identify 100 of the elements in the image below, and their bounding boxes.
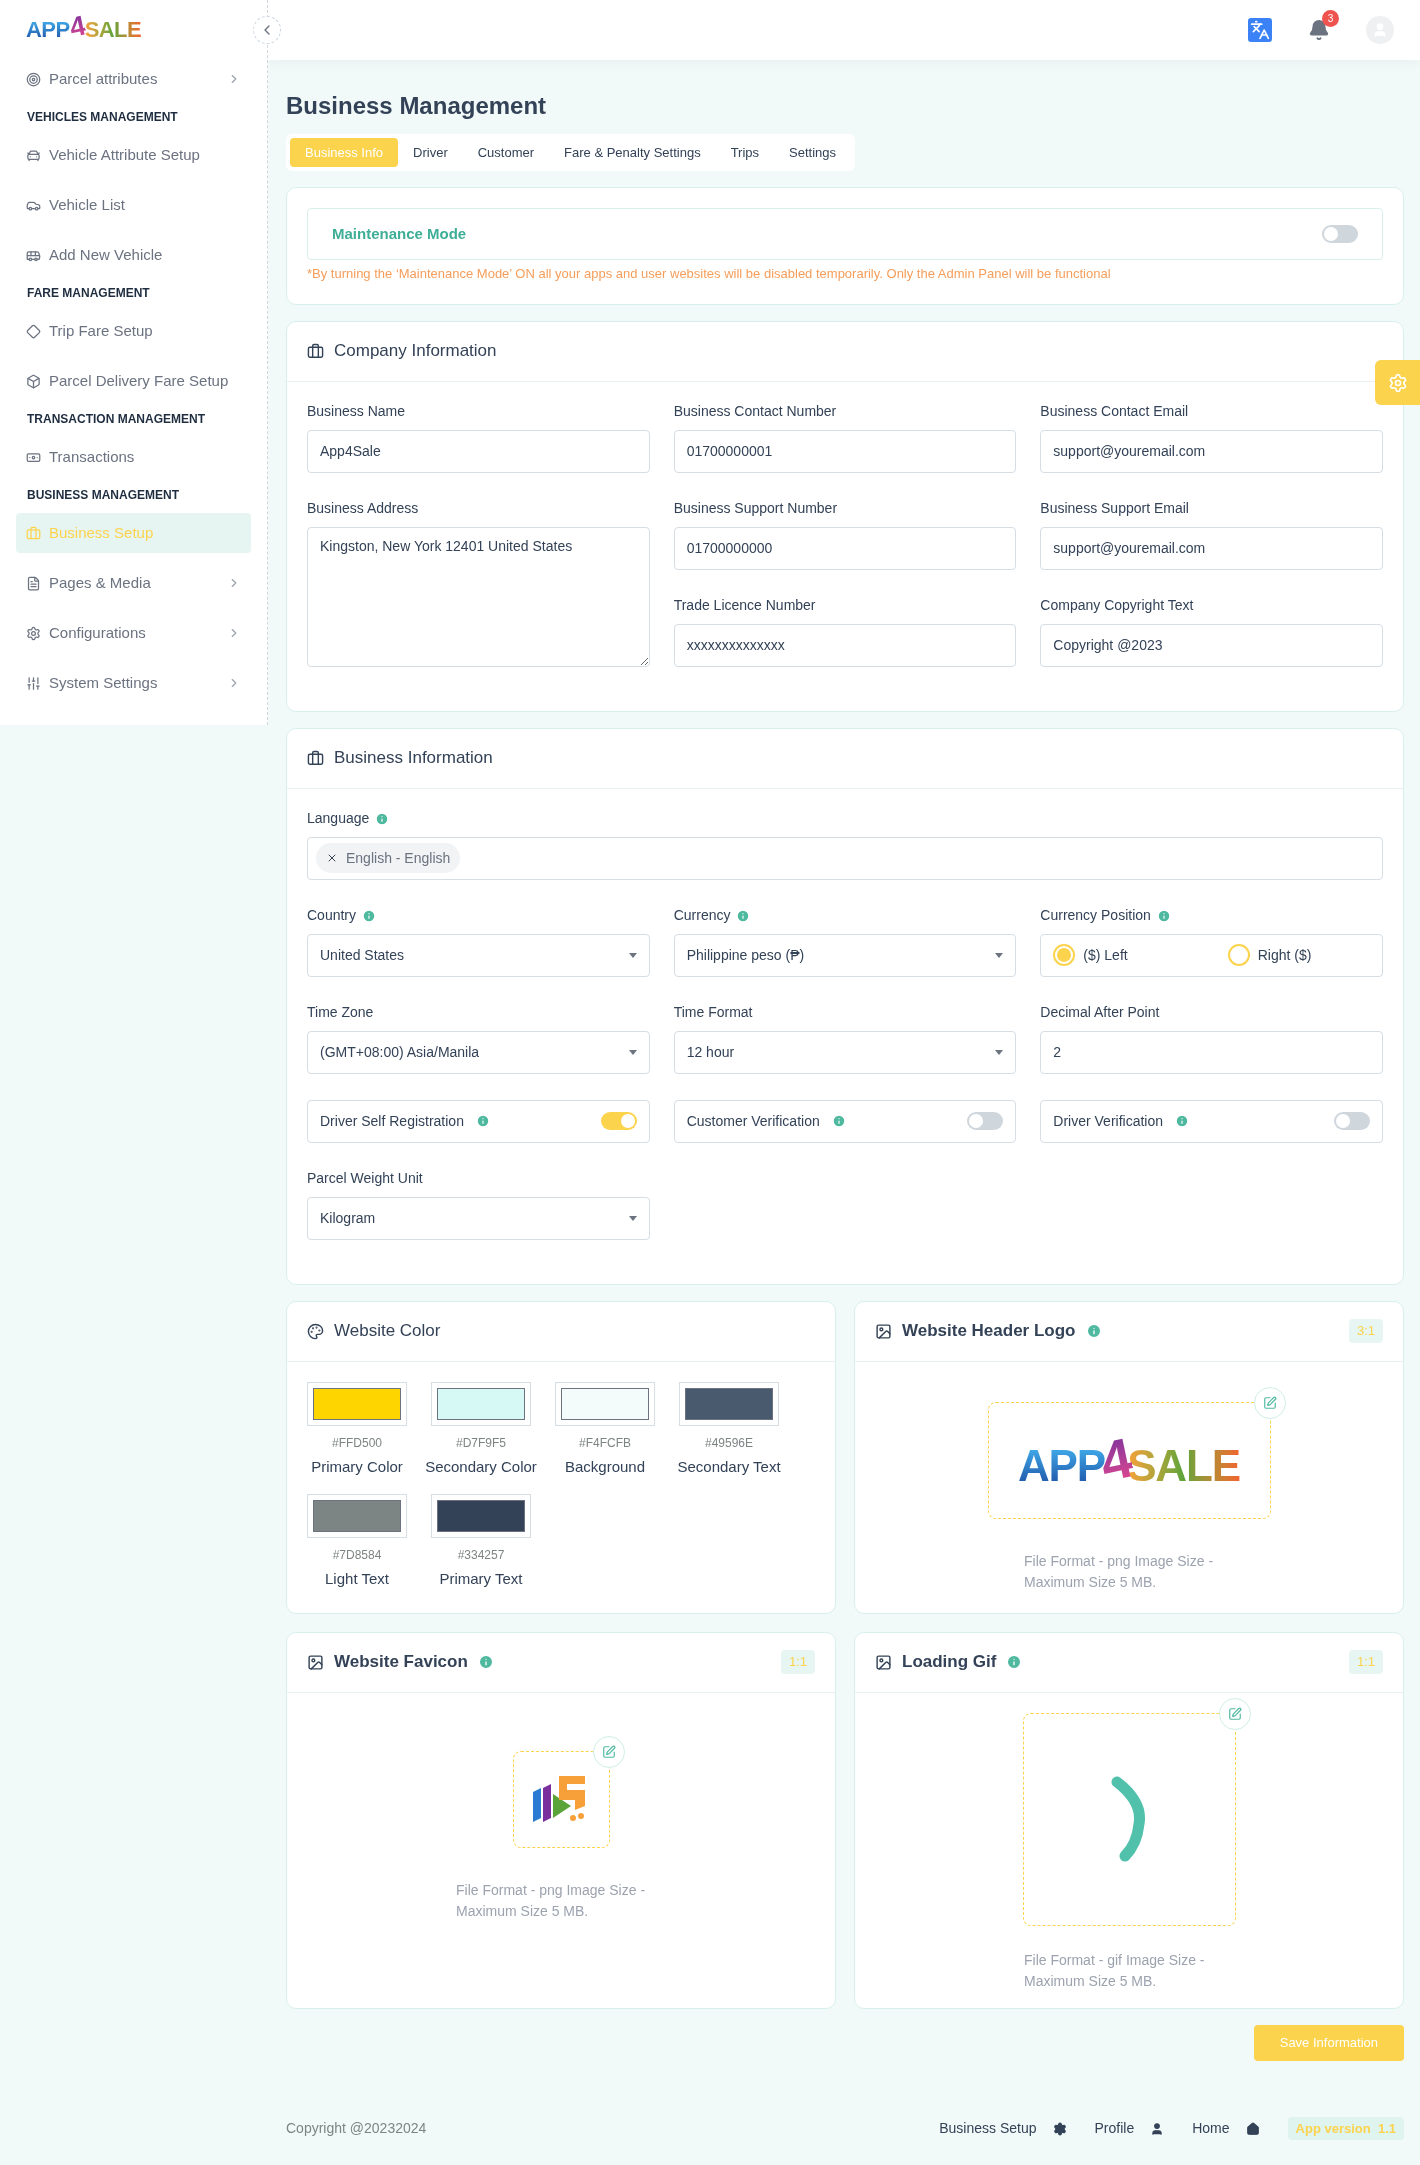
briefcase-icon	[307, 749, 324, 767]
field-label: Parcel Weight Unit	[307, 1169, 423, 1188]
field-label: Decimal After Point	[1040, 1003, 1160, 1022]
maintenance-note: *By turning the ‘Maintenance Mode’ ON all your apps and user websites will be disabled temporarily. Only the Admin Panel will be functional	[307, 265, 1112, 283]
field-label: Currency Position	[1040, 906, 1151, 925]
color-label: Background	[564, 1456, 646, 1477]
file-format-note: File Format - png Image Size - Maximum Size 5 MB.	[1024, 1551, 1215, 1592]
color-code: #D7F9F5	[456, 1434, 506, 1452]
toggle-switch[interactable]	[1334, 1112, 1370, 1130]
language-tag: English - English	[316, 843, 461, 873]
footer-link[interactable]: Business Setup	[939, 2118, 1067, 2139]
field-label: Business Address	[307, 499, 419, 518]
color-code: #7D8584	[332, 1547, 382, 1564]
select-field[interactable]: Kilogram	[307, 1196, 650, 1240]
field-label: Business Contact Email	[1040, 402, 1189, 421]
ratio-badge: 1:1	[780, 1650, 815, 1674]
tab[interactable]: Customer	[462, 138, 550, 167]
toggle-switch[interactable]	[1322, 225, 1358, 243]
color-swatch[interactable]	[437, 1387, 525, 1420]
palette-icon	[307, 1322, 324, 1340]
notification-bell-icon[interactable]	[1308, 19, 1330, 41]
color-swatch[interactable]	[561, 1387, 649, 1420]
sidebar-item[interactable]: Transactions	[16, 437, 251, 477]
footer-link[interactable]: Profile	[1094, 2118, 1165, 2139]
tab[interactable]: Trips	[715, 138, 775, 167]
radio-label: Right ($)	[1257, 945, 1312, 965]
select-field[interactable]: United States	[307, 933, 650, 977]
document-icon	[26, 575, 41, 591]
color-swatch[interactable]	[313, 1387, 401, 1420]
sidebar-item[interactable]: System Settings	[16, 663, 251, 703]
select-field[interactable]: 12 hour	[673, 1030, 1017, 1074]
text-field[interactable]: Copyright @2023	[1040, 623, 1383, 667]
image-icon	[875, 1653, 892, 1671]
caret-icon	[995, 1049, 1004, 1055]
field-label: Country	[307, 906, 357, 925]
color-label: Primary Color	[311, 1456, 403, 1477]
color-label: Light Text	[325, 1569, 389, 1589]
text-field[interactable]: 01700000000	[673, 526, 1017, 570]
edit-button[interactable]	[592, 1735, 625, 1768]
radio-button[interactable]	[1227, 944, 1250, 966]
gear-icon	[26, 625, 41, 641]
text-field[interactable]: xxxxxxxxxxxxxx	[673, 623, 1017, 667]
settings-button[interactable]	[1375, 360, 1420, 405]
file-format-note: File Format - gif Image Size - Maximum Size 5 MB.	[1024, 1950, 1206, 1991]
color-swatch[interactable]	[437, 1500, 525, 1532]
box-icon	[26, 373, 41, 389]
select-field[interactable]: Philippine peso (₱)	[673, 933, 1017, 977]
text-field[interactable]: 2	[1040, 1030, 1383, 1074]
text-field[interactable]: App4Sale	[307, 429, 650, 473]
card-title: Website Color	[334, 1320, 441, 1343]
footer-link[interactable]: Home	[1192, 2118, 1260, 2139]
tab[interactable]: Settings	[774, 138, 852, 167]
card-title: Website Header Logo	[902, 1320, 1076, 1343]
app-logo: APP 4 SALE	[1017, 1432, 1241, 1488]
sidebar-item[interactable]: Vehicle Attribute Setup	[16, 135, 251, 175]
select-field[interactable]: (GMT+08:00) Asia/Manila	[307, 1030, 650, 1074]
text-field[interactable]: support@youremail.com	[1040, 526, 1383, 570]
sidebar-item[interactable]: Add New Vehicle	[16, 235, 251, 275]
caret-icon	[628, 1049, 637, 1055]
translate-icon[interactable]	[1248, 18, 1272, 42]
toggle-switch[interactable]	[967, 1112, 1004, 1130]
toggle-switch[interactable]	[600, 1112, 637, 1130]
text-area[interactable]: Kingston, New York 12401 United States	[307, 526, 650, 667]
color-swatch[interactable]	[685, 1387, 773, 1420]
notification-badge: 3	[1322, 10, 1339, 27]
tab[interactable]: Fare & Penalty Settings	[549, 138, 716, 167]
field-label: Business Contact Number	[673, 402, 837, 421]
diamond-icon	[26, 323, 41, 339]
version-badge: App version 1.1	[1287, 2116, 1404, 2141]
card-title: Company Information	[334, 340, 497, 363]
edit-button[interactable]	[1253, 1386, 1286, 1419]
color-label: Primary Text	[439, 1569, 523, 1589]
color-swatch[interactable]	[313, 1500, 401, 1532]
sidebar-item[interactable]: Vehicle List	[16, 185, 251, 225]
maintenance-label: Maintenance Mode	[332, 223, 467, 244]
card-title: Business Information	[334, 747, 493, 770]
sidebar-item[interactable]: Trip Fare Setup	[16, 311, 251, 351]
footer-copyright: Copyright @20232024	[286, 2119, 427, 2138]
field-label: Time Format	[673, 1003, 753, 1022]
settings-icon	[1052, 2121, 1067, 2136]
section-heading: TRANSACTION MANAGEMENT	[27, 411, 205, 428]
sidebar-item[interactable]: Configurations	[16, 613, 251, 653]
card-title: Website Favicon	[334, 1651, 468, 1674]
text-field[interactable]: support@youremail.com	[1040, 429, 1383, 473]
collapse-button[interactable]	[253, 16, 281, 44]
text-field[interactable]: 01700000001	[673, 429, 1017, 473]
language-field[interactable]: English - English	[307, 836, 1383, 880]
radio-button[interactable]	[1053, 944, 1076, 966]
ratio-badge: 3:1	[1348, 1319, 1383, 1343]
edit-button[interactable]	[1218, 1697, 1251, 1730]
field-label: Currency	[673, 906, 731, 925]
sidebar-item[interactable]: Parcel attributes	[16, 59, 251, 99]
sidebar-item[interactable]: Parcel Delivery Fare Setup	[16, 361, 251, 401]
field-label: Language	[307, 809, 370, 828]
target-icon	[26, 71, 41, 87]
field-label: Time Zone	[307, 1003, 374, 1022]
sidebar-item[interactable]: Pages & Media	[16, 563, 251, 603]
color-code: #49596E	[704, 1434, 753, 1452]
remove-icon[interactable]	[326, 852, 338, 864]
tab[interactable]: Driver	[398, 138, 463, 167]
